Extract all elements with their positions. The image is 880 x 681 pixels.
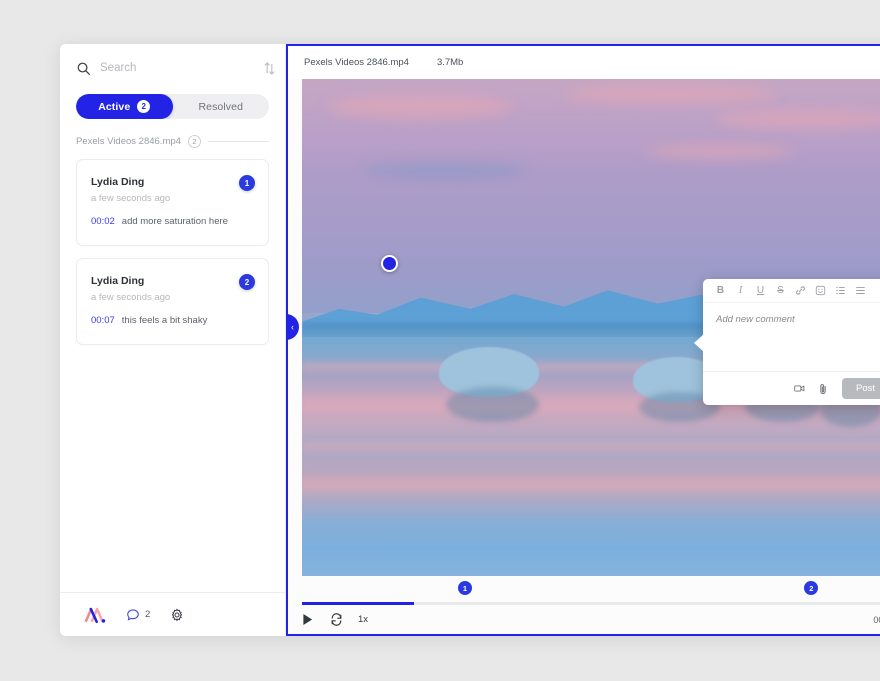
comment-time: a few seconds ago <box>91 292 254 303</box>
video-camera-icon[interactable] <box>794 383 805 394</box>
video-filename: Pexels Videos 2846.mp4 <box>304 57 409 68</box>
group-count-badge: 2 <box>188 135 201 148</box>
rich-text-toolbar: B I U S <box>703 279 880 303</box>
link-icon[interactable] <box>795 285 806 296</box>
comment-author: Lydia Ding <box>91 176 254 188</box>
timeline-marker[interactable]: 1 <box>458 581 472 595</box>
group-divider <box>208 141 269 142</box>
filter-tabs: Active 2 Resolved <box>76 94 269 119</box>
group-filename: Pexels Videos 2846.mp4 <box>76 136 181 147</box>
video-progress-bar[interactable] <box>302 602 880 605</box>
new-comment-popup: B I U S <box>703 279 880 405</box>
comment-body: 00:02 add more saturation here <box>91 216 254 227</box>
comment-timestamp[interactable]: 00:02 <box>91 216 115 227</box>
cloud-shape <box>645 144 795 159</box>
comment-list: Lydia Ding a few seconds ago 00:02 add m… <box>76 159 269 345</box>
comment-pin-number: 1 <box>239 175 255 191</box>
comment-text: this feels a bit shaky <box>122 315 208 326</box>
comment-bubble-icon <box>126 608 140 622</box>
playback-speed[interactable]: 1x <box>358 614 368 625</box>
cloud-shape <box>327 94 514 119</box>
video-controls: 1x 00:00 / 00:13 <box>288 605 880 634</box>
bullet-list-icon[interactable] <box>855 285 866 296</box>
search-input[interactable] <box>100 62 254 74</box>
comment-card[interactable]: Lydia Ding a few seconds ago 00:02 add m… <box>76 159 269 246</box>
comment-text: add more saturation here <box>122 216 228 227</box>
italic-icon[interactable]: I <box>735 285 746 296</box>
post-button[interactable]: Post <box>842 378 880 399</box>
swan-left-reflection <box>446 387 540 422</box>
video-header: Pexels Videos 2846.mp4 3.7Mb <box>288 46 880 79</box>
comment-author: Lydia Ding <box>91 275 254 287</box>
ordered-list-icon[interactable] <box>835 285 846 296</box>
emoji-icon[interactable] <box>815 285 826 296</box>
timecode: 00:00 / 00:13 <box>873 615 880 625</box>
water-band <box>302 477 880 492</box>
tab-resolved[interactable]: Resolved <box>173 94 270 119</box>
tab-resolved-label: Resolved <box>198 101 243 113</box>
tab-active[interactable]: Active 2 <box>76 94 173 119</box>
footer-comment-count: 2 <box>145 609 150 620</box>
paperclip-icon[interactable] <box>818 383 829 394</box>
video-progress-fill <box>302 602 414 605</box>
play-icon[interactable] <box>302 613 315 626</box>
underline-icon[interactable]: U <box>755 285 766 296</box>
comment-group-header: Pexels Videos 2846.mp4 2 <box>76 135 269 148</box>
comment-card[interactable]: Lydia Ding a few seconds ago 00:07 this … <box>76 258 269 345</box>
water-band <box>302 442 880 452</box>
video-comment-pin[interactable] <box>381 255 398 272</box>
bold-icon[interactable]: B <box>715 285 726 296</box>
gear-icon[interactable] <box>170 608 184 622</box>
strikethrough-icon[interactable]: S <box>775 285 786 296</box>
popup-footer: Post <box>703 371 880 405</box>
popup-tail <box>694 334 704 352</box>
comment-body: 00:07 this feels a bit shaky <box>91 315 254 326</box>
tab-active-label: Active <box>98 101 130 113</box>
footer-comments-button[interactable]: 2 <box>126 608 150 622</box>
tab-active-badge: 2 <box>137 100 150 113</box>
loop-icon[interactable] <box>330 613 343 626</box>
cloud-shape <box>714 109 880 129</box>
cloud-shape <box>564 84 776 104</box>
video-panel: ‹ Pexels Videos 2846.mp4 3.7Mb <box>286 44 880 636</box>
video-filesize: 3.7Mb <box>437 57 463 68</box>
comment-pin-number: 2 <box>239 274 255 290</box>
comments-sidebar: Active 2 Resolved Pexels Videos 2846.mp4… <box>60 44 286 636</box>
current-time: 00:00 <box>873 615 880 625</box>
video-stage[interactable]: B I U S <box>302 79 880 576</box>
comment-input[interactable]: Add new comment <box>703 303 880 371</box>
sidebar-collapse-handle[interactable]: ‹ <box>286 314 299 340</box>
app-window: Active 2 Resolved Pexels Videos 2846.mp4… <box>60 44 880 636</box>
comment-timestamp[interactable]: 00:07 <box>91 315 115 326</box>
sort-icon[interactable] <box>263 61 276 76</box>
comment-time: a few seconds ago <box>91 193 254 204</box>
app-logo-icon[interactable] <box>84 606 106 624</box>
search-bar <box>60 44 285 92</box>
sidebar-footer: 2 <box>60 592 285 636</box>
timeline-marker[interactable]: 2 <box>804 581 818 595</box>
timeline-marker-strip: 1 2 <box>302 576 880 602</box>
search-icon <box>76 61 91 76</box>
